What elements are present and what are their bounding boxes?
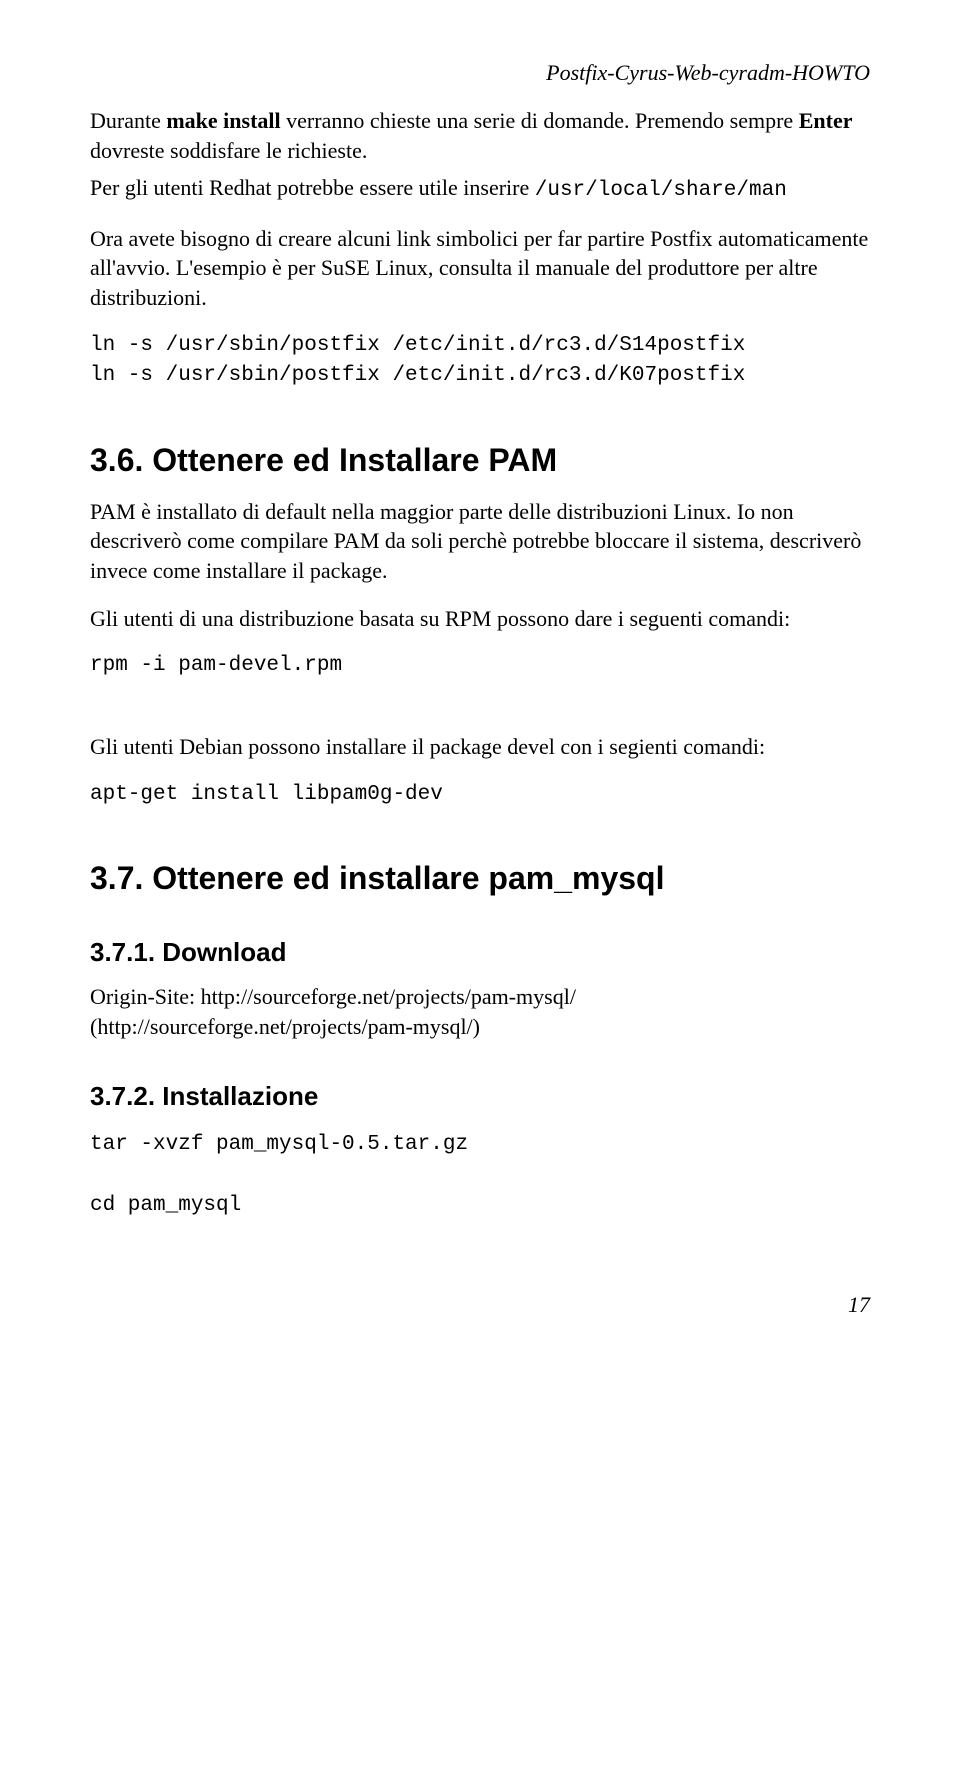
make-install-bold: make install — [166, 108, 280, 133]
s371-origin-site: Origin-Site: http://sourceforge.net/proj… — [90, 982, 870, 1041]
text: verranno chieste una serie di domande. P… — [281, 108, 799, 133]
page: Postfix-Cyrus-Web-cyradm-HOWTO Durante m… — [0, 0, 960, 1368]
section-3-7-2-title: 3.7.2. Installazione — [90, 1081, 870, 1112]
section-3-7-1-title: 3.7.1. Download — [90, 937, 870, 968]
text: dovreste soddisfare le richieste. — [90, 138, 367, 163]
intro-para-3: Ora avete bisogno di creare alcuni link … — [90, 224, 870, 313]
enter-bold: Enter — [799, 108, 853, 133]
page-number: 17 — [90, 1292, 870, 1318]
code-block-tar: tar -xvzf pam_mysql-0.5.tar.gz cd pam_my… — [90, 1130, 870, 1221]
section-3-7-title: 3.7. Ottenere ed installare pam_mysql — [90, 860, 870, 897]
running-header: Postfix-Cyrus-Web-cyradm-HOWTO — [90, 60, 870, 86]
path-mono: /usr/local/share/man — [535, 179, 787, 202]
s36-para-2: Gli utenti di una distribuzione basata s… — [90, 604, 870, 634]
s36-para-3: Gli utenti Debian possono installare il … — [90, 732, 870, 762]
section-3-6-title: 3.6. Ottenere ed Installare PAM — [90, 442, 870, 479]
code-block-aptget: apt-get install libpam0g-dev — [90, 780, 870, 810]
intro-para-2: Per gli utenti Redhat potrebbe essere ut… — [90, 173, 870, 205]
text: Per gli utenti Redhat potrebbe essere ut… — [90, 175, 535, 200]
code-block-ln: ln -s /usr/sbin/postfix /etc/init.d/rc3.… — [90, 331, 870, 392]
s36-para-1: PAM è installato di default nella maggio… — [90, 497, 870, 586]
intro-para-1: Durante make install verranno chieste un… — [90, 106, 870, 165]
code-block-rpm: rpm -i pam-devel.rpm — [90, 651, 870, 681]
text: Durante — [90, 108, 166, 133]
